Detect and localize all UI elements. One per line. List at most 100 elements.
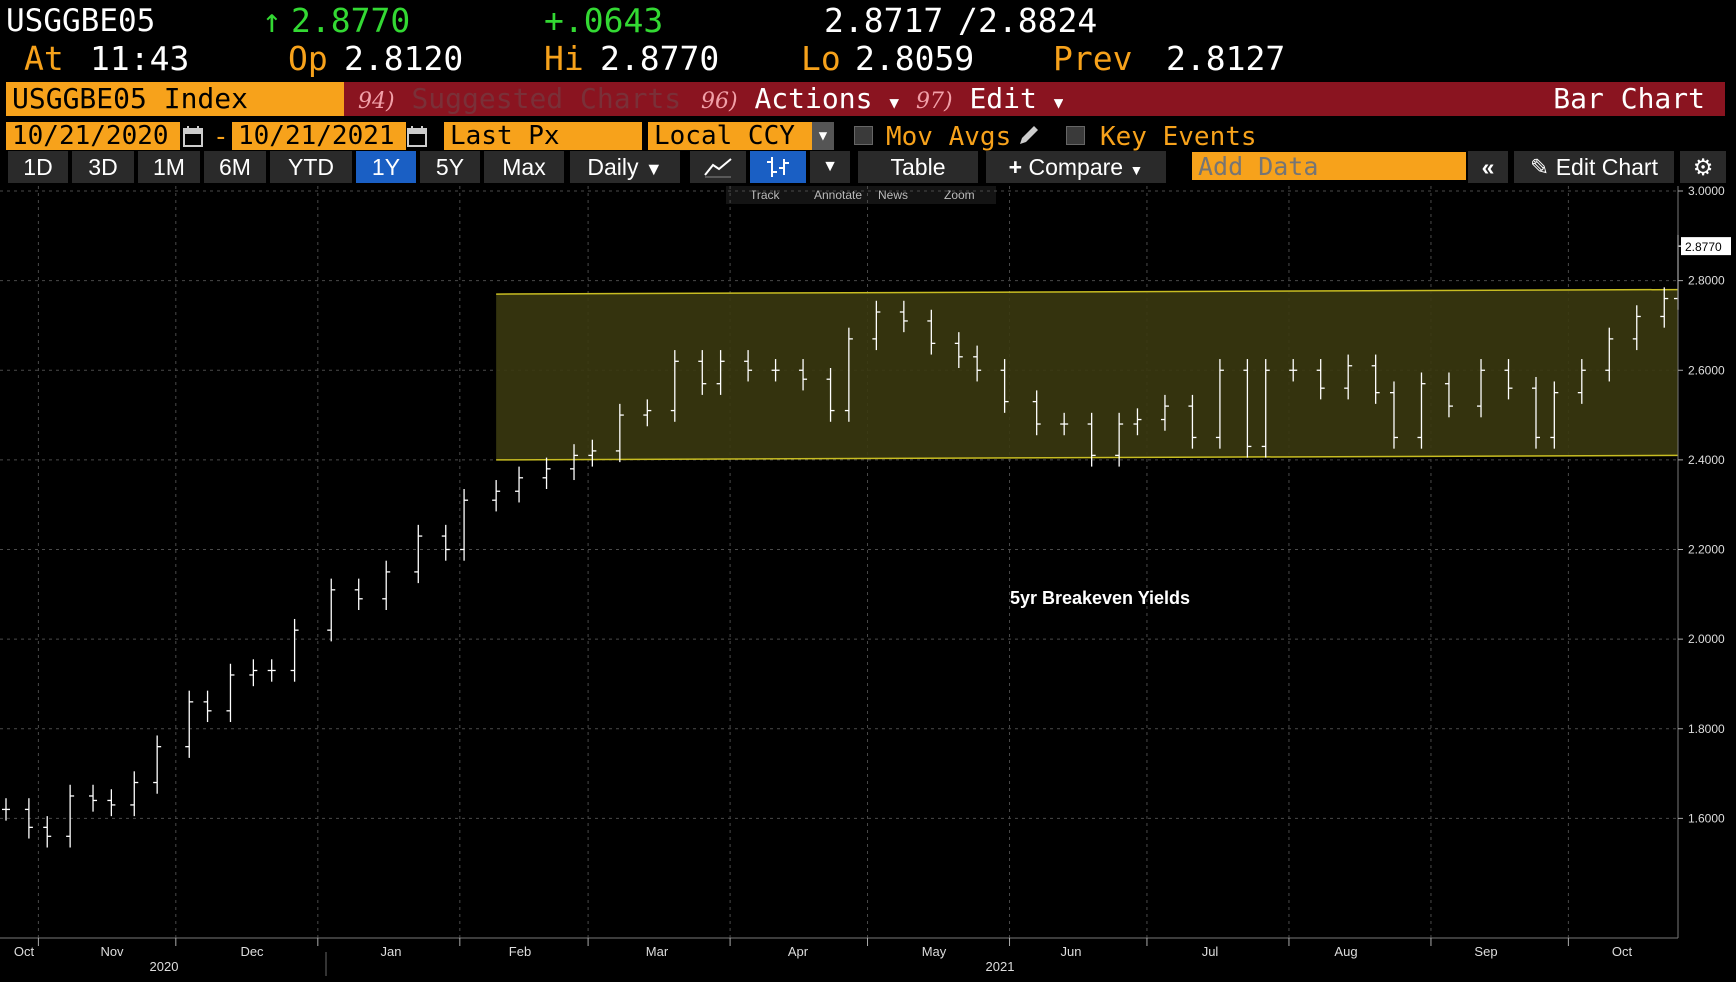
edit-chart-button[interactable]: ✎ Edit Chart: [1514, 151, 1674, 183]
actions-number: 96): [701, 89, 738, 114]
x-tick-label: Jul: [1202, 944, 1219, 959]
chart-type-label: Bar Chart: [1553, 82, 1705, 115]
period-button-ytd[interactable]: YTD: [270, 151, 352, 183]
security-field[interactable]: USGGBE05 Index: [6, 82, 346, 116]
x-year-label: 2021: [986, 959, 1015, 974]
ohlc-bar: [441, 524, 450, 561]
ohlc-bar: [290, 618, 299, 682]
mov-avgs-checkbox[interactable]: [854, 125, 873, 145]
currency-selector[interactable]: Local CCY: [648, 122, 814, 150]
ohlc-bar: [249, 659, 258, 687]
last-price-label: 2.8770: [1685, 240, 1722, 254]
ohlc-bar: [24, 798, 33, 839]
ohlc-bar: [66, 784, 75, 848]
chart-area[interactable]: Track Annotate News Zoom 3.0000 2.8000 2.6000…: [0, 186, 1736, 982]
x-tick-label: Apr: [788, 944, 809, 959]
ohlc-bar: [267, 659, 276, 682]
collapse-icon[interactable]: «: [1468, 151, 1508, 183]
edit-label: Edit: [969, 82, 1037, 115]
ohlc-bar: [130, 771, 139, 817]
period-button-1m[interactable]: 1M: [138, 151, 200, 183]
y-tick-label: 1.8000: [1688, 722, 1725, 736]
x-tick-label: May: [922, 944, 947, 959]
compare-button[interactable]: + Compare ▼: [986, 151, 1166, 183]
bid-price: 2.8717: [824, 1, 944, 40]
y-tick-label: 2.6000: [1688, 363, 1725, 377]
edit-number: 97): [916, 89, 953, 114]
compare-label: Compare: [1028, 154, 1124, 180]
ohlc-bar: [2, 798, 10, 821]
open-label: Op: [288, 39, 328, 78]
period-button-max[interactable]: Max: [484, 151, 564, 183]
edit-dropdown-icon: ▼: [1053, 93, 1064, 112]
period-button-1y[interactable]: 1Y: [356, 151, 416, 183]
suggested-charts-number: 94): [358, 89, 395, 114]
actions-menu[interactable]: 96) Actions ▼: [689, 82, 913, 116]
x-year-label: 2020: [150, 959, 179, 974]
track-tool[interactable]: Track: [750, 188, 781, 202]
actions-label: Actions: [754, 82, 873, 115]
key-events-checkbox[interactable]: [1066, 125, 1085, 145]
edit-menu[interactable]: 97) Edit ▼: [904, 82, 1069, 116]
ask-price: 2.8824: [978, 1, 1098, 40]
frequency-label: Daily: [587, 154, 639, 180]
pencil-icon[interactable]: [1016, 122, 1042, 148]
prev-price: 2.8127: [1166, 39, 1286, 78]
y-tick-label: 3.0000: [1688, 186, 1725, 198]
ohlc-bar: [354, 578, 363, 610]
chart-style-dropdown-icon[interactable]: ▼: [810, 151, 850, 183]
x-tick-label: Oct: [1612, 944, 1633, 959]
ohlc-bar: [107, 789, 116, 817]
table-button[interactable]: Table: [858, 151, 978, 183]
ohlc-bar: [203, 690, 212, 723]
at-label: At: [24, 39, 64, 78]
up-arrow-icon: ↑: [262, 1, 282, 40]
high-label: Hi: [544, 39, 584, 78]
ohlc-bar: [89, 784, 98, 812]
ohlc-bar: [185, 690, 194, 758]
y-tick-label: 1.6000: [1688, 811, 1725, 825]
plus-icon: +: [1008, 154, 1023, 180]
bid-ask-separator: /: [958, 1, 978, 40]
suggested-charts-label: Suggested Charts: [411, 82, 682, 115]
channel-shading: [496, 289, 1678, 460]
calendar-icon[interactable]: [406, 124, 428, 148]
x-tick-label: Mar: [646, 944, 669, 959]
start-date-input[interactable]: 10/21/2020: [6, 122, 180, 150]
x-tick-label: Sep: [1474, 944, 1497, 959]
end-date-input[interactable]: 10/21/2021: [232, 122, 406, 150]
suggested-charts-menu[interactable]: 94) Suggested Charts: [344, 82, 700, 116]
frequency-dropdown[interactable]: Daily ▼: [570, 151, 680, 183]
bar-chart-icon[interactable]: [750, 151, 806, 183]
period-button-3d[interactable]: 3D: [72, 151, 134, 183]
open-price: 2.8120: [344, 39, 464, 78]
ohlc-bar: [226, 663, 235, 723]
prev-label: Prev: [1053, 39, 1133, 78]
currency-dropdown-icon[interactable]: ▼: [812, 122, 834, 150]
y-tick-label: 2.2000: [1688, 543, 1725, 557]
ohlc-bar: [414, 524, 423, 584]
ohlc-bar: [43, 816, 52, 848]
period-button-1d[interactable]: 1D: [8, 151, 68, 183]
x-tick-label: Jun: [1061, 944, 1082, 959]
pencil-icon: ✎: [1530, 154, 1550, 180]
gear-icon[interactable]: ⚙: [1680, 151, 1726, 183]
x-tick-label: Nov: [100, 944, 124, 959]
ohlc-bar: [515, 466, 524, 503]
x-tick-label: Oct: [14, 944, 35, 959]
x-tick-label: Feb: [509, 944, 531, 959]
x-tick-label: Dec: [240, 944, 264, 959]
period-button-6m[interactable]: 6M: [204, 151, 266, 183]
chart-annotation[interactable]: 5yr Breakeven Yields: [1010, 588, 1190, 608]
zoom-tool[interactable]: Zoom: [944, 188, 975, 202]
annotate-tool[interactable]: Annotate: [814, 188, 862, 202]
news-tool[interactable]: News: [878, 188, 908, 202]
field-selector[interactable]: Last Px: [444, 122, 642, 150]
period-button-5y[interactable]: 5Y: [420, 151, 480, 183]
line-chart-icon[interactable]: [690, 151, 746, 183]
chart-type-bar[interactable]: Bar Chart: [1063, 82, 1725, 116]
ohlc-bar: [382, 560, 391, 610]
calendar-icon[interactable]: [182, 124, 204, 148]
add-data-input[interactable]: [1192, 152, 1466, 180]
quote-time: 11:43: [90, 39, 190, 78]
